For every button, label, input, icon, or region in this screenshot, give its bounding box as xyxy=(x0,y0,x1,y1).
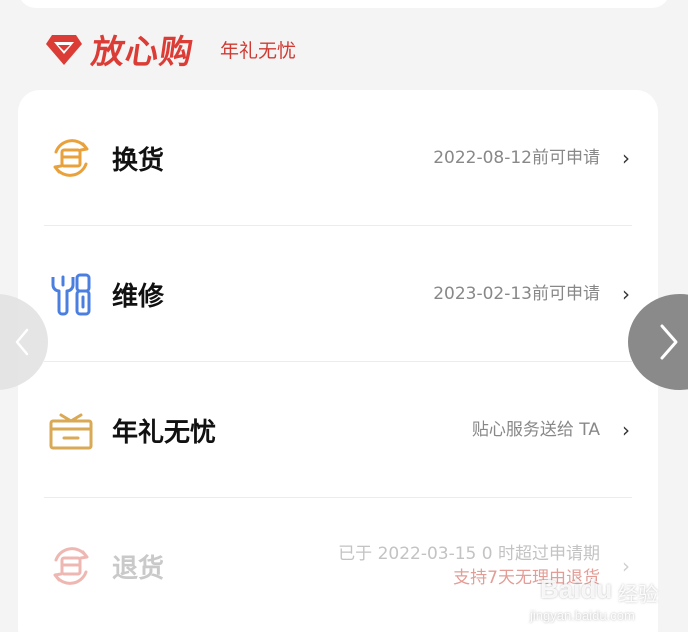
page: 放心购 年礼无忧 换货 2022-08-12前可申请 › 维修 2023-02-… xyxy=(0,0,688,632)
brand-subtitle: 年礼无忧 xyxy=(220,39,297,62)
diamond-icon xyxy=(46,35,82,65)
service-status: 已于 2022-03-15 0 时超过申请期 支持7天无理由退货 xyxy=(338,542,600,590)
service-title: 退货 xyxy=(112,553,165,584)
service-row-return[interactable]: 退货 已于 2022-03-15 0 时超过申请期 支持7天无理由退货 › xyxy=(18,498,658,632)
previous-card-edge xyxy=(18,0,670,8)
brand-title: 放心购 xyxy=(88,32,197,71)
chevron-right-icon: › xyxy=(622,282,630,306)
service-description: 贴心服务送给 TA xyxy=(471,420,600,440)
chevron-right-icon: › xyxy=(622,554,630,578)
service-title: 换货 xyxy=(112,145,165,176)
chevron-right-icon: › xyxy=(622,418,630,442)
expired-notice: 已于 2022-03-15 0 时超过申请期 xyxy=(338,544,600,564)
fangxingou-header: 放心购 年礼无忧 xyxy=(44,28,297,71)
service-card: 换货 2022-08-12前可申请 › 维修 2023-02-13前可申请 › xyxy=(18,90,658,632)
chevron-right-icon xyxy=(660,324,678,360)
return-icon xyxy=(53,547,89,585)
service-title: 年礼无忧 xyxy=(112,417,217,448)
service-title: 维修 xyxy=(112,281,165,312)
service-deadline: 2023-02-13前可申请 xyxy=(433,284,600,304)
gift-box-icon xyxy=(49,413,93,450)
repair-tools-icon xyxy=(51,273,91,316)
service-row-exchange[interactable]: 换货 2022-08-12前可申请 › xyxy=(18,90,658,226)
exchange-icon xyxy=(53,139,89,177)
service-deadline: 2022-08-12前可申请 xyxy=(433,148,600,168)
return-policy: 支持7天无理由退货 xyxy=(453,568,600,588)
chevron-left-icon xyxy=(15,328,29,356)
service-row-gift[interactable]: 年礼无忧 贴心服务送给 TA › xyxy=(18,362,658,498)
chevron-right-icon: › xyxy=(622,146,630,170)
service-row-repair[interactable]: 维修 2023-02-13前可申请 › xyxy=(18,226,658,362)
